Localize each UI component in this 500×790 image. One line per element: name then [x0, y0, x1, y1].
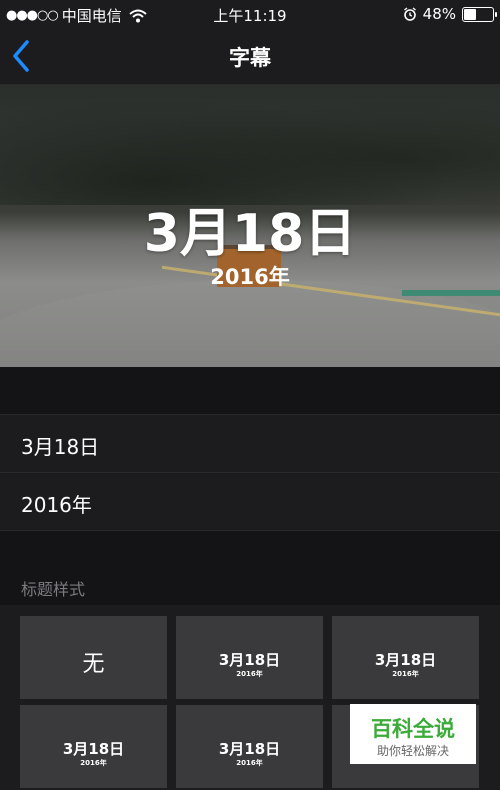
- video-preview[interactable]: 3月18日 2016年: [0, 85, 500, 367]
- preview-subtitle-text: 2016年: [210, 265, 290, 289]
- style-tile-date: 3月18日: [374, 651, 437, 669]
- style-tile-label: 无: [82, 652, 105, 677]
- title-field[interactable]: 3月18日: [0, 414, 500, 472]
- watermark-title: 百科全说: [371, 717, 455, 741]
- status-right: 48%: [403, 5, 497, 23]
- subtitle-field[interactable]: 2016年: [0, 472, 500, 531]
- style-tile-date: 3月18日: [218, 740, 281, 758]
- style-tile-year: 2016年: [236, 670, 263, 678]
- nav-bar: 字幕: [0, 28, 500, 85]
- title-style-section-label: 标题样式: [21, 580, 86, 599]
- style-tile-date: 3月18日: [218, 651, 281, 669]
- preview-trees: [0, 85, 500, 205]
- watermark-subtitle: 助你轻松解决: [376, 744, 449, 758]
- page-title: 字幕: [229, 46, 271, 70]
- battery-icon: [462, 6, 497, 22]
- preview-title-text: 3月18日: [143, 204, 357, 264]
- title-field-value: 3月18日: [21, 435, 100, 459]
- style-tile-5[interactable]: 3月18日 2016年: [176, 705, 323, 788]
- baike-watermark-logo: 百科全说 助你轻松解决: [350, 704, 476, 764]
- style-tile-year: 2016年: [80, 759, 107, 767]
- style-tile-year: 2016年: [236, 759, 263, 767]
- battery-fill: [464, 8, 477, 20]
- style-tile-date: 3月18日: [62, 740, 125, 758]
- style-tile-year: 2016年: [392, 670, 419, 678]
- style-tile-2[interactable]: 3月18日 2016年: [176, 616, 323, 699]
- battery-percent: 48%: [422, 5, 456, 23]
- alarm-clock-icon: [403, 7, 416, 21]
- status-bar: ●●●○○ 中国电信 上午11:19 48%: [0, 0, 500, 28]
- style-tile-4[interactable]: 3月18日 2016年: [20, 705, 167, 788]
- subtitle-field-value: 2016年: [21, 493, 92, 517]
- style-tile-none[interactable]: 无: [20, 616, 167, 699]
- style-tile-3[interactable]: 3月18日 2016年: [332, 616, 479, 699]
